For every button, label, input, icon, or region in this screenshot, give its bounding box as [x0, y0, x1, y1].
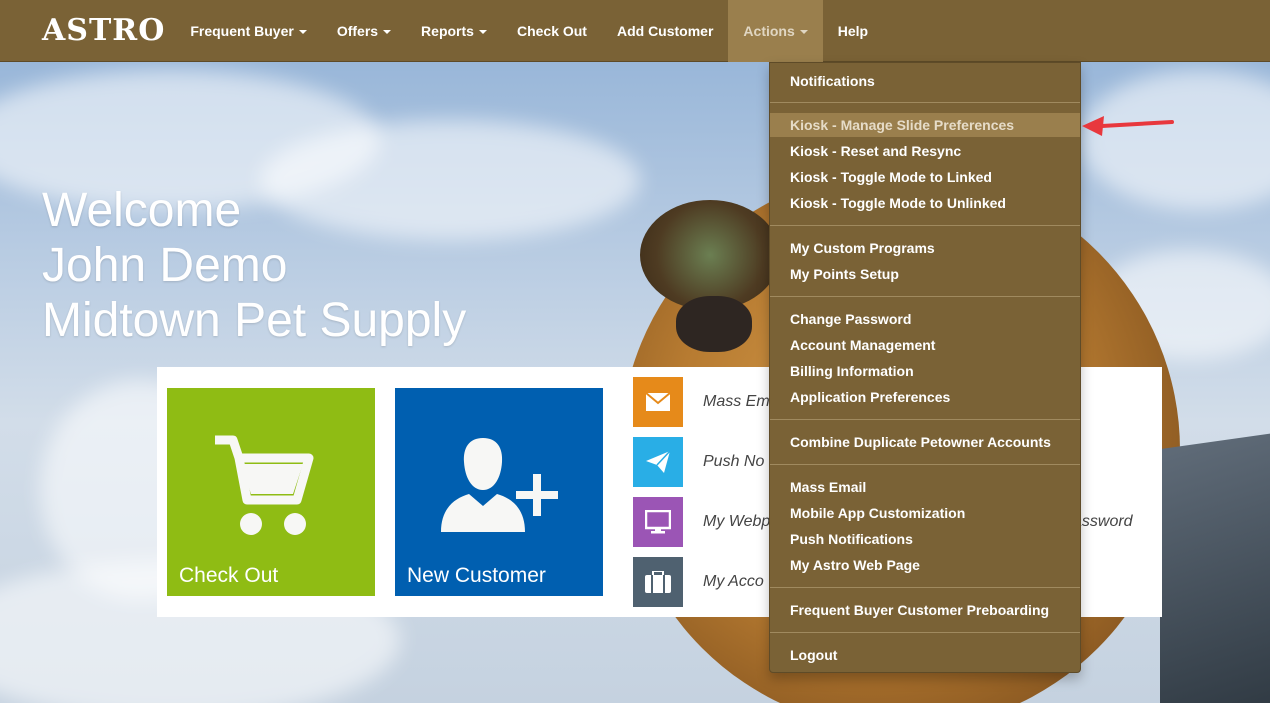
menu-kiosk-reset-resync[interactable]: Kiosk - Reset and Resync — [770, 139, 1080, 163]
menu-my-points-setup[interactable]: My Points Setup — [770, 262, 1080, 286]
top-navbar: ASTRO Frequent Buyer Offers Reports Chec… — [0, 0, 1270, 62]
store-name: Midtown Pet Supply — [42, 294, 467, 347]
password-link-fragment[interactable]: assword — [1073, 513, 1133, 531]
menu-billing-information[interactable]: Billing Information — [770, 359, 1080, 383]
menu-kiosk-toggle-linked[interactable]: Kiosk - Toggle Mode to Linked — [770, 165, 1080, 189]
nav-frequent-buyer[interactable]: Frequent Buyer — [175, 0, 321, 62]
user-name: John Demo — [42, 239, 288, 292]
menu-my-astro-web-page[interactable]: My Astro Web Page — [770, 553, 1080, 577]
menu-divider — [770, 587, 1080, 588]
actions-dropdown-menu: Notifications Kiosk - Manage Slide Prefe… — [769, 62, 1081, 673]
menu-divider — [770, 464, 1080, 465]
caret-down-icon — [799, 29, 808, 34]
menu-divider — [770, 419, 1080, 420]
checkout-tile[interactable]: Check Out — [167, 388, 375, 596]
menu-combine-duplicate-accounts[interactable]: Combine Duplicate Petowner Accounts — [770, 430, 1080, 454]
menu-divider — [770, 102, 1080, 103]
cart-icon — [215, 435, 314, 535]
menu-application-preferences[interactable]: Application Preferences — [770, 385, 1080, 409]
mass-email-link[interactable]: Mass Em — [703, 393, 770, 411]
push-notifications-link[interactable]: Push No — [703, 453, 764, 471]
envelope-icon — [646, 393, 670, 411]
nav-reports[interactable]: Reports — [406, 0, 502, 62]
mass-email-shortcut[interactable] — [633, 377, 683, 427]
menu-logout[interactable]: Logout — [770, 643, 1080, 667]
menu-kiosk-toggle-unlinked[interactable]: Kiosk - Toggle Mode to Unlinked — [770, 191, 1080, 215]
webpage-shortcut[interactable] — [633, 497, 683, 547]
astro-logo[interactable]: ASTRO — [42, 13, 165, 48]
nav-help[interactable]: Help — [823, 0, 883, 62]
menu-account-management[interactable]: Account Management — [770, 333, 1080, 357]
nav-check-out[interactable]: Check Out — [502, 0, 602, 62]
push-notifications-shortcut[interactable] — [633, 437, 683, 487]
menu-mass-email[interactable]: Mass Email — [770, 475, 1080, 499]
menu-divider — [770, 296, 1080, 297]
welcome-line: Welcome — [42, 184, 242, 237]
menu-mobile-app-customization[interactable]: Mobile App Customization — [770, 501, 1080, 525]
menu-kiosk-manage-slide-preferences[interactable]: Kiosk - Manage Slide Preferences — [770, 113, 1080, 137]
nav-offers[interactable]: Offers — [322, 0, 406, 62]
briefcase-icon — [645, 571, 671, 593]
new-customer-tile-label: New Customer — [407, 564, 546, 587]
account-link[interactable]: My Acco — [703, 573, 764, 591]
caret-down-icon — [298, 29, 307, 34]
menu-change-password[interactable]: Change Password — [770, 307, 1080, 331]
menu-divider — [770, 632, 1080, 633]
menu-push-notifications[interactable]: Push Notifications — [770, 527, 1080, 551]
menu-my-custom-programs[interactable]: My Custom Programs — [770, 236, 1080, 260]
annotation-arrow-icon — [1082, 116, 1174, 136]
new-customer-tile[interactable]: New Customer — [395, 388, 603, 596]
menu-divider — [770, 225, 1080, 226]
caret-down-icon — [383, 29, 392, 34]
checkout-tile-label: Check Out — [179, 564, 279, 587]
menu-notifications[interactable]: Notifications — [770, 69, 1080, 93]
paper-plane-icon — [646, 451, 670, 473]
account-shortcut[interactable] — [633, 557, 683, 607]
nav-add-customer[interactable]: Add Customer — [602, 0, 728, 62]
menu-frequent-buyer-preboarding[interactable]: Frequent Buyer Customer Preboarding — [770, 598, 1080, 622]
add-user-icon — [441, 438, 558, 532]
nav-actions[interactable]: Actions — [728, 0, 823, 62]
webpage-link[interactable]: My Webp — [703, 513, 770, 531]
welcome-heading: Welcome John Demo Midtown Pet Supply — [42, 183, 466, 348]
caret-down-icon — [478, 29, 487, 34]
monitor-icon — [645, 510, 671, 534]
